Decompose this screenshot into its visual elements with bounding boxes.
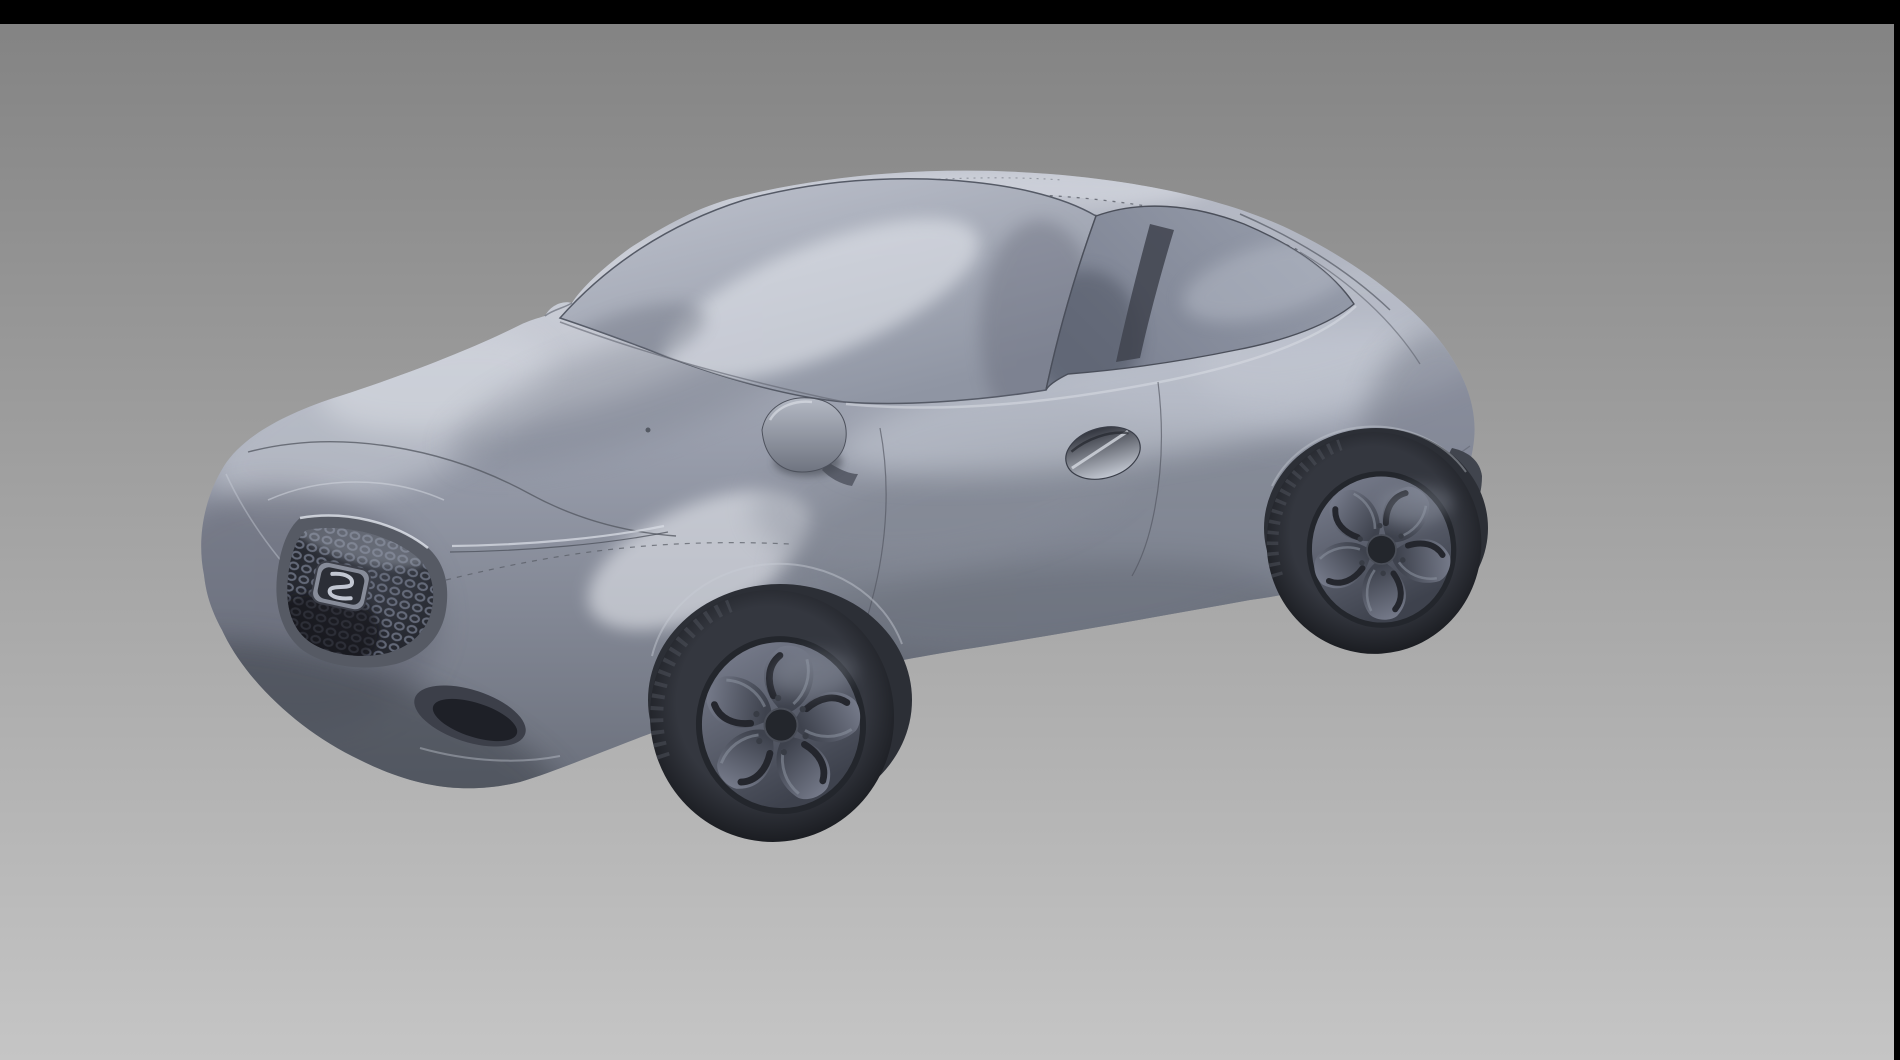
render-canvas bbox=[0, 0, 1900, 1060]
letterbox-right-bar bbox=[1894, 0, 1900, 1060]
cad-viewport[interactable] bbox=[0, 0, 1900, 1060]
letterbox-top-bar bbox=[0, 0, 1900, 24]
